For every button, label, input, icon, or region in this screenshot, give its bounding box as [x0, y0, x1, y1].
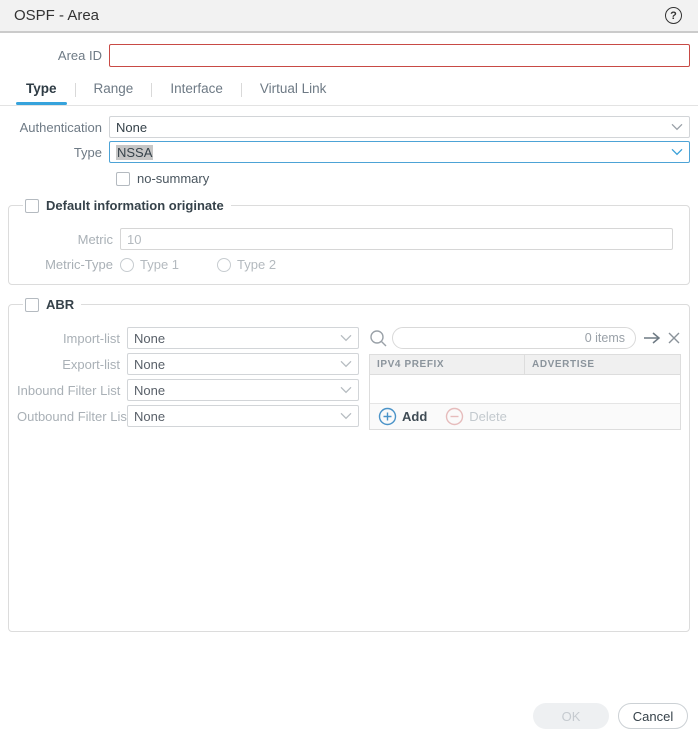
type-label: Type: [0, 145, 109, 160]
outbound-filter-list-value: None: [134, 409, 165, 424]
column-header-advertise[interactable]: ADVERTISE: [525, 355, 680, 374]
dialog-title: OSPF - Area: [14, 7, 99, 24]
metric-type-label: Metric-Type: [17, 257, 120, 272]
area-id-input[interactable]: [109, 44, 690, 67]
delete-button[interactable]: Delete: [445, 407, 507, 426]
abr-label: ABR: [46, 297, 74, 312]
authentication-select[interactable]: None: [109, 116, 690, 138]
prefix-table-body[interactable]: [370, 375, 680, 403]
apply-filter-arrow-icon[interactable]: [643, 331, 661, 345]
add-button[interactable]: Add: [378, 407, 427, 426]
prefix-search-pill: 0 items: [392, 327, 636, 349]
metric-type-option-1: Type 1: [120, 257, 179, 272]
import-list-select[interactable]: None: [127, 327, 359, 349]
chevron-down-icon: [340, 334, 352, 342]
tab-type[interactable]: Type: [22, 81, 61, 104]
area-id-row: Area ID: [0, 44, 698, 67]
help-icon[interactable]: ?: [665, 7, 682, 24]
authentication-row: Authentication None: [0, 116, 698, 138]
outbound-filter-list-select[interactable]: None: [127, 405, 359, 427]
chevron-down-icon: [340, 386, 352, 394]
abr-checkbox[interactable]: [25, 298, 39, 312]
type1-radio-label: Type 1: [140, 257, 179, 272]
tab-virtual-link[interactable]: Virtual Link: [256, 81, 331, 104]
type-value: NSSA: [116, 145, 153, 160]
import-list-label: Import-list: [17, 331, 127, 346]
dialog-footer: OK Cancel: [533, 703, 688, 729]
inbound-filter-list-select[interactable]: None: [127, 379, 359, 401]
column-header-ipv4-prefix[interactable]: IPV4 PREFIX: [370, 355, 525, 374]
metric-type-row: Metric-Type Type 1 Type 2: [17, 257, 681, 272]
tab-bar: Type Range Interface Virtual Link: [0, 80, 698, 106]
chevron-down-icon: [671, 148, 683, 156]
no-summary-row: no-summary: [116, 171, 698, 186]
import-list-row: Import-list None: [17, 326, 363, 350]
dialog-titlebar: OSPF - Area ?: [0, 0, 698, 33]
inbound-filter-list-value: None: [134, 383, 165, 398]
clear-filter-x-icon[interactable]: [667, 331, 681, 345]
default-info-originate-legend: Default information originate: [23, 198, 231, 213]
prefix-search-input[interactable]: [403, 331, 585, 346]
prefix-search-bar: 0 items: [369, 326, 681, 350]
authentication-label: Authentication: [0, 120, 109, 135]
item-count-badge: 0 items: [585, 331, 625, 345]
export-list-value: None: [134, 357, 165, 372]
tab-separator: [75, 83, 76, 97]
outbound-filter-list-row: Outbound Filter List None: [17, 404, 363, 428]
cancel-button[interactable]: Cancel: [618, 703, 688, 729]
prefix-table-header: IPV4 PREFIX ADVERTISE: [370, 355, 680, 375]
ok-button[interactable]: OK: [533, 703, 609, 729]
chevron-down-icon: [340, 412, 352, 420]
prefix-table-footer: Add Delete: [370, 403, 680, 429]
tab-interface[interactable]: Interface: [166, 81, 227, 104]
export-list-row: Export-list None: [17, 352, 363, 376]
export-list-select[interactable]: None: [127, 353, 359, 375]
abr-filter-lists: Import-list None Export-list None: [17, 326, 363, 430]
area-id-label: Area ID: [0, 48, 109, 63]
export-list-label: Export-list: [17, 357, 127, 372]
outbound-filter-list-label: Outbound Filter List: [17, 409, 127, 424]
tab-separator: [151, 83, 152, 97]
type-row: Type NSSA: [0, 141, 698, 163]
default-info-originate-fieldset: Default information originate Metric Met…: [8, 198, 690, 285]
tab-range[interactable]: Range: [90, 81, 138, 104]
search-icon: [369, 329, 388, 348]
metric-row: Metric: [17, 228, 681, 250]
abr-fieldset: ABR Import-list None Export-list: [8, 297, 690, 632]
minus-circle-icon: [445, 407, 464, 426]
default-info-originate-label: Default information originate: [46, 198, 224, 213]
ipv4-prefix-panel: 0 items IPV4 PREFIX ADVERTISE: [369, 326, 681, 430]
no-summary-checkbox[interactable]: [116, 172, 130, 186]
add-button-label: Add: [402, 409, 427, 424]
inbound-filter-list-label: Inbound Filter List: [17, 383, 127, 398]
chevron-down-icon: [671, 123, 683, 131]
prefix-table: IPV4 PREFIX ADVERTISE Add: [369, 354, 681, 430]
plus-circle-icon: [378, 407, 397, 426]
metric-type-option-2: Type 2: [217, 257, 276, 272]
type-select[interactable]: NSSA: [109, 141, 690, 163]
no-summary-label: no-summary: [137, 171, 209, 186]
type2-radio[interactable]: [217, 258, 231, 272]
type2-radio-label: Type 2: [237, 257, 276, 272]
import-list-value: None: [134, 331, 165, 346]
chevron-down-icon: [340, 360, 352, 368]
authentication-value: None: [116, 120, 147, 135]
type1-radio[interactable]: [120, 258, 134, 272]
metric-label: Metric: [17, 232, 120, 247]
default-info-originate-checkbox[interactable]: [25, 199, 39, 213]
metric-input[interactable]: [120, 228, 673, 250]
tab-separator: [241, 83, 242, 97]
delete-button-label: Delete: [469, 409, 507, 424]
abr-legend: ABR: [23, 297, 81, 312]
inbound-filter-list-row: Inbound Filter List None: [17, 378, 363, 402]
